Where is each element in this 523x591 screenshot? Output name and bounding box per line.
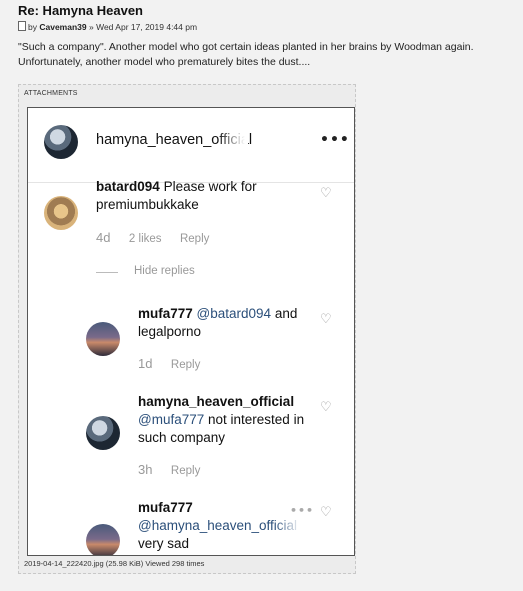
post-doc-icon[interactable] (18, 21, 26, 31)
comment-reply: Reply (179, 233, 210, 245)
comment-age: 4d (96, 230, 111, 245)
comment-mention: @batard094 (196, 306, 272, 321)
comment-age: 3h (138, 462, 153, 477)
text-fade (218, 132, 248, 152)
more-options-icon: ••• (290, 504, 315, 517)
post-author[interactable]: Caveman39 (39, 22, 86, 32)
more-options-icon: ••• (320, 132, 350, 148)
comment-meta: 4d 2 likes Reply (96, 229, 209, 247)
avatar (44, 196, 78, 230)
comment-text: mufa777 @batard094 and legalporno (138, 305, 308, 341)
comment-text: batard094 Please work for premiumbukkake (96, 178, 296, 214)
avatar (44, 125, 78, 159)
avatar (86, 416, 120, 450)
comment-username: mufa777 (138, 306, 193, 321)
comment-meta: 3h Reply (138, 461, 200, 479)
post-by-prefix: by (28, 22, 37, 32)
post-body: "Such a company". Another model who got … (18, 41, 474, 68)
avatar (86, 322, 120, 356)
attached-image[interactable]: hamyna_heaven_official ••• batard094 Ple… (27, 107, 355, 556)
post-meta: by Caveman39 » Wed Apr 17, 2019 4:44 pm (18, 21, 197, 32)
divider (96, 272, 118, 273)
heart-icon: ♡ (320, 400, 332, 415)
post-date: » Wed Apr 17, 2019 4:44 pm (89, 22, 198, 32)
comment-text: hamyna_heaven_official @mufa777 not inte… (138, 393, 313, 447)
heart-icon: ♡ (320, 505, 332, 520)
forum-post: Re: Hamyna Heaven by Caveman39 » Wed Apr… (0, 0, 523, 591)
comment-body: very sad (138, 536, 190, 551)
comment-likes: 2 likes (128, 233, 162, 245)
comment-mention: @mufa777 (138, 412, 205, 427)
comment-reply: Reply (170, 465, 201, 477)
attachment-caption: 2019-04-14_222420.jpg (25.98 KiB) Viewed… (24, 559, 205, 568)
avatar (86, 524, 120, 555)
heart-icon: ♡ (320, 186, 332, 201)
text-fade (274, 517, 304, 537)
attachment-label: ATTACHMENTS (24, 90, 78, 97)
ig-header: hamyna_heaven_official ••• (28, 108, 354, 183)
hide-replies: Hide replies (134, 265, 195, 277)
comment-reply: Reply (170, 359, 201, 371)
post-title[interactable]: Re: Hamyna Heaven (18, 3, 143, 18)
comment-username: batard094 (96, 179, 160, 194)
heart-icon: ♡ (320, 312, 332, 327)
comment-meta: 1d Reply (138, 355, 200, 373)
attachment-box: ATTACHMENTS hamyna_heaven_official ••• b… (18, 84, 356, 574)
comment-username: hamyna_heaven_official (138, 394, 295, 409)
comment-age: 1d (138, 356, 153, 371)
comment-username: mufa777 (138, 500, 193, 515)
